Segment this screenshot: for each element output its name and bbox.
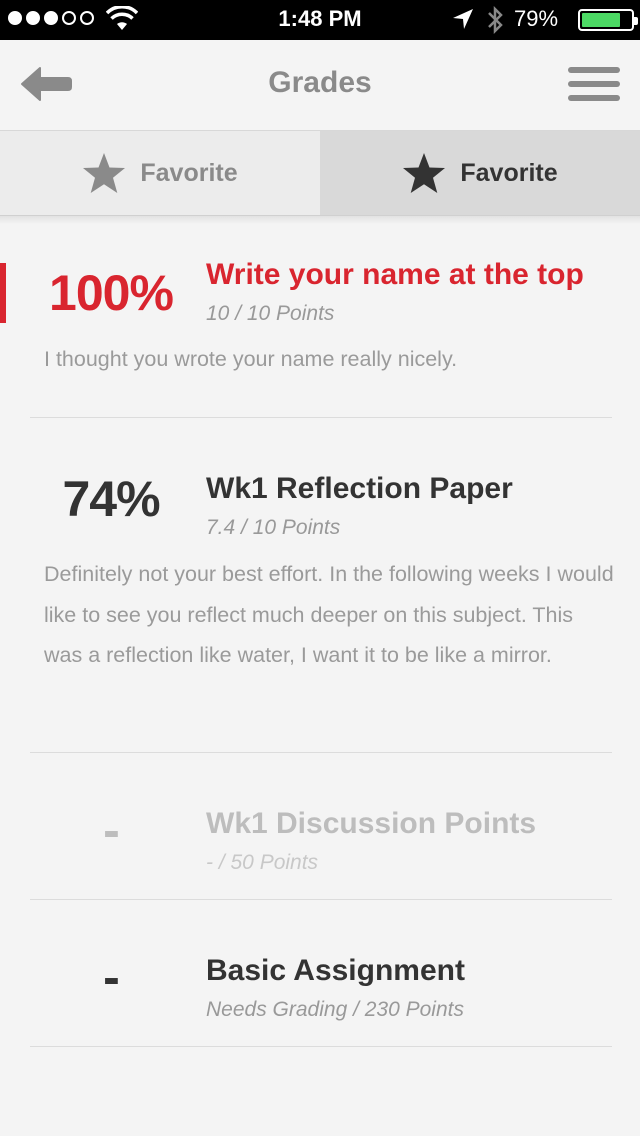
grade-item[interactable]: 74% Wk1 Reflection Paper 7.4 / 10 Points… — [0, 418, 640, 753]
assignment-title: Write your name at the top — [206, 258, 584, 291]
status-bar: 1:48 PM 79% — [0, 0, 640, 40]
bluetooth-icon — [488, 6, 503, 34]
tab-favorite-active[interactable]: Favorite — [320, 131, 640, 215]
assignment-points: - / 50 Points — [206, 851, 319, 874]
grade-score: - — [103, 802, 120, 858]
highlight-indicator — [0, 263, 6, 323]
assignment-title: Wk1 Reflection Paper — [206, 472, 513, 505]
tab-bar: Favorite Favorite — [0, 130, 640, 216]
assignment-title: Wk1 Discussion Points — [206, 807, 537, 840]
grade-item[interactable]: - Wk1 Discussion Points - / 50 Points — [0, 753, 640, 900]
grade-score: - — [103, 949, 120, 1005]
navigation-bar: Grades — [0, 40, 640, 130]
page-title: Grades — [268, 66, 372, 99]
instructor-comment: Definitely not your best effort. In the … — [44, 562, 614, 667]
hamburger-menu-icon — [568, 67, 620, 73]
tab-favorite-inactive[interactable]: Favorite — [0, 131, 320, 215]
grade-item[interactable]: - Basic Assignment Needs Grading / 230 P… — [0, 900, 640, 1047]
divider — [30, 1046, 612, 1047]
assignment-points: 7.4 / 10 Points — [206, 516, 341, 539]
location-arrow-icon — [453, 9, 473, 29]
star-icon — [403, 153, 446, 193]
assignment-points: Needs Grading / 230 Points — [206, 998, 464, 1021]
grade-score: 100% — [49, 265, 174, 321]
instructor-comment: I thought you wrote your name really nic… — [44, 347, 458, 371]
assignment-points: 10 / 10 Points — [206, 302, 335, 325]
grade-score: 74% — [62, 471, 160, 527]
menu-button[interactable] — [568, 67, 620, 101]
star-icon — [83, 153, 126, 193]
tab-label: Favorite — [140, 158, 238, 187]
battery-level-fill — [582, 13, 620, 27]
assignment-title: Basic Assignment — [206, 954, 465, 987]
grade-item[interactable]: 100% Write your name at the top 10 / 10 … — [0, 216, 640, 418]
battery-percent: 79% — [514, 6, 559, 31]
battery-icon — [578, 9, 638, 31]
tab-label: Favorite — [460, 158, 558, 187]
grades-screen: Grades Favorite Favorite 100% Write your… — [0, 40, 640, 1136]
